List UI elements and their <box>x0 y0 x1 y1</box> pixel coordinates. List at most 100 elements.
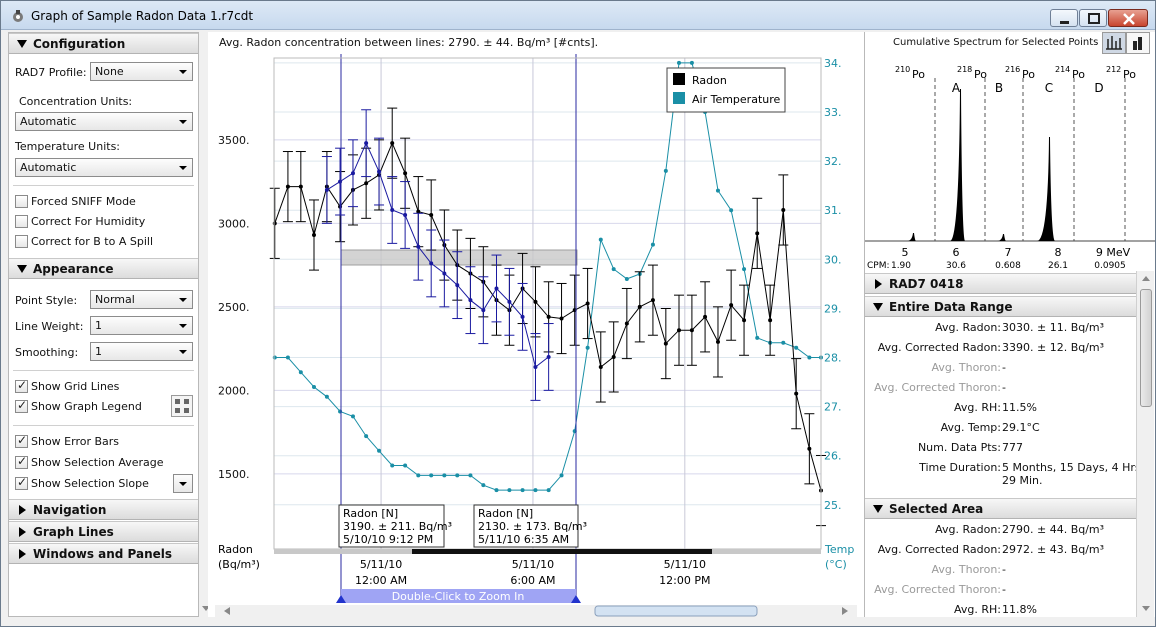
radon-selected-point <box>364 141 369 146</box>
show-graph-legend-checkbox[interactable] <box>15 398 28 413</box>
cpm-value: 1.90 <box>891 261 911 270</box>
temperature-point <box>324 394 329 399</box>
expand-triangle-icon <box>19 527 26 537</box>
spectrum-bars-icon <box>1133 37 1142 50</box>
info-value-continued: 29 Min. <box>1002 474 1043 487</box>
temperature-point <box>781 340 786 345</box>
smoothing-value: 1 <box>95 345 102 358</box>
correct-humidity-checkbox[interactable] <box>15 215 28 228</box>
spectrum-chart[interactable]: 210 Po 218 Po 216 Po 214 Po 212 PoA B C D5 6 7 8 9 MeVCP… <box>865 54 1155 270</box>
legend-radon-label: Radon <box>692 74 727 87</box>
cpm-label: CPM: <box>867 261 890 270</box>
cpm-value: 26.1 <box>1048 261 1068 270</box>
graph-area[interactable]: 1500. 2000. 2500. 3000. 3500. 25. 26. 27. 28. 29.… <box>208 32 864 617</box>
temperature-point <box>742 267 747 272</box>
rad7-header-label: RAD7 0418 <box>889 277 964 291</box>
minimize-button[interactable] <box>1050 9 1078 27</box>
spectrum-peaks-icon <box>1106 36 1122 50</box>
tooltip-end-title: Radon [N] <box>478 507 533 520</box>
info-vertical-scrollbar[interactable] <box>1136 271 1154 617</box>
rad7-header[interactable]: RAD7 0418 <box>865 273 1136 294</box>
temperature-point <box>403 463 408 468</box>
temperature-point <box>429 473 434 478</box>
temperature-point <box>533 488 538 493</box>
isotope-element: Po <box>912 68 925 81</box>
show-selection-slope-checkbox[interactable] <box>15 475 28 490</box>
radon-point <box>676 328 681 333</box>
forced-sniff-checkbox[interactable] <box>15 195 28 208</box>
navigation-header[interactable]: Navigation <box>9 499 198 520</box>
temperature-point <box>298 370 303 375</box>
radon-selected-point <box>442 271 447 276</box>
concentration-units-select[interactable]: Automatic <box>15 112 193 131</box>
chevron-down-icon <box>179 324 187 328</box>
spectrum-title: Cumulative Spectrum for Selected Points <box>893 37 1099 48</box>
show-error-bars-checkbox[interactable] <box>15 433 28 448</box>
temperature-point <box>272 355 277 360</box>
horizontal-scrollbar[interactable] <box>215 605 857 617</box>
y-left-tick: 2000. <box>218 384 250 397</box>
scroll-down-icon[interactable] <box>1142 605 1150 613</box>
spectrum-view-button-2[interactable] <box>1126 32 1150 54</box>
close-button[interactable] <box>1108 9 1148 27</box>
radon-point <box>298 184 303 189</box>
configuration-header[interactable]: Configuration <box>9 33 198 54</box>
horizontal-scroll-thumb[interactable] <box>594 605 758 617</box>
temperature-point <box>494 488 499 493</box>
line-weight-label: Line Weight: <box>15 320 84 333</box>
app-icon <box>13 10 23 22</box>
windows-panels-header[interactable]: Windows and Panels <box>9 543 198 564</box>
info-value: - <box>1002 583 1006 596</box>
appearance-header[interactable]: Appearance <box>9 258 198 279</box>
radon-point <box>272 221 277 226</box>
radon-selected-point <box>390 207 395 212</box>
maximize-button[interactable] <box>1079 9 1107 27</box>
graph-lines-header[interactable]: Graph Lines <box>9 521 198 542</box>
expand-triangle-icon <box>19 549 26 559</box>
radon-selected-point <box>468 298 473 303</box>
temperature-point <box>468 473 473 478</box>
selected-area-header[interactable]: Selected Area <box>865 498 1136 519</box>
radon-point <box>650 298 655 303</box>
selection-slope-dropdown[interactable] <box>173 474 193 493</box>
info-value: - <box>1002 563 1006 576</box>
scroll-up-icon[interactable] <box>1142 275 1150 283</box>
line-weight-select[interactable]: 1 <box>90 316 193 335</box>
show-graph-legend-label: Show Graph Legend <box>31 400 142 413</box>
rad7-profile-select[interactable]: None <box>90 62 193 81</box>
title-bar[interactable]: Graph of Sample Radon Data 1.r7cdt <box>1 1 1155 30</box>
y-left-unit: (Bq/m³) <box>218 558 260 571</box>
spectrum-plot: 210 Po 218 Po 216 Po 214 Po 212 PoA B C D5 6 7 8 9 MeVCP… <box>865 65 1155 270</box>
expand-triangle-icon <box>875 279 882 289</box>
temperature-point <box>390 463 395 468</box>
point-style-select[interactable]: Normal <box>90 290 193 309</box>
info-key: Avg. RH: <box>954 401 1001 414</box>
y-right-unit: (°C) <box>825 558 847 571</box>
radon-graph[interactable]: 1500. 2000. 2500. 3000. 3500. 25. 26. 27. 28. 29.… <box>208 32 864 617</box>
legend-position-button[interactable] <box>171 395 193 417</box>
temperature-units-select[interactable]: Automatic <box>15 158 193 177</box>
correct-b-to-a-checkbox[interactable] <box>15 235 28 248</box>
spectrum-view-button-1[interactable] <box>1102 32 1126 54</box>
x-tick-time: 12:00 AM <box>355 574 407 587</box>
graph-legend: Radon Air Temperature <box>666 67 786 113</box>
entire-data-range-label: Entire Data Range <box>889 300 1013 314</box>
y-right-tick: 25. <box>824 499 842 512</box>
y-right-title: Temp <box>824 543 854 556</box>
show-selection-average-checkbox[interactable] <box>15 454 28 469</box>
show-grid-lines-checkbox[interactable] <box>15 378 28 393</box>
info-key: Avg. Temp: <box>940 421 1001 434</box>
temperature-point <box>663 168 668 173</box>
radon-point <box>781 207 786 212</box>
temperature-point <box>755 335 760 340</box>
windows-panels-header-label: Windows and Panels <box>33 547 173 561</box>
info-value: - <box>1002 381 1006 394</box>
smoothing-select[interactable]: 1 <box>90 342 193 361</box>
spectrum-peak <box>950 89 965 241</box>
temperature-series <box>272 60 823 493</box>
entire-data-range-header[interactable]: Entire Data Range <box>865 296 1136 317</box>
right-panel: Cumulative Spectrum for Selected Points … <box>864 32 1155 617</box>
info-key: Avg. Radon: <box>935 321 1001 334</box>
spectrum-peak <box>1037 137 1055 241</box>
info-scroll-thumb[interactable] <box>1140 289 1152 407</box>
